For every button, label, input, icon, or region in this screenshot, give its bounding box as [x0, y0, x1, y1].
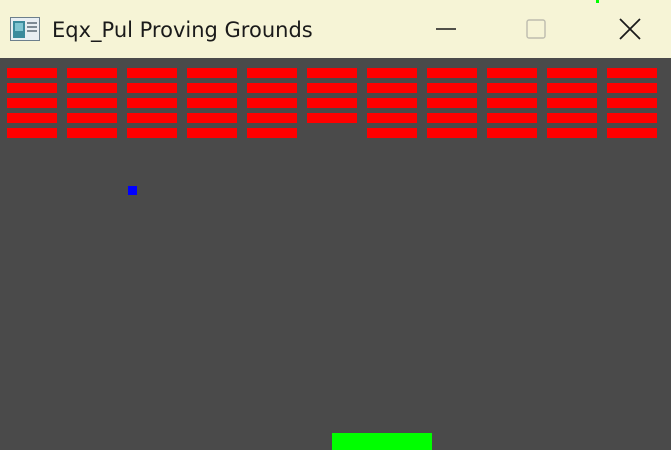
minimize-icon [436, 28, 456, 30]
minimize-button[interactable] [401, 0, 491, 58]
brick [247, 113, 297, 123]
brick [127, 83, 177, 93]
brick [187, 68, 237, 78]
brick [487, 68, 537, 78]
game-canvas[interactable] [0, 58, 671, 450]
brick [367, 98, 417, 108]
brick [367, 68, 417, 78]
brick [67, 98, 117, 108]
brick [307, 68, 357, 78]
brick [187, 128, 237, 138]
brick [307, 98, 357, 108]
close-icon [619, 18, 641, 40]
app-window-icon [10, 17, 40, 41]
brick [427, 68, 477, 78]
maximize-button [491, 0, 581, 58]
brick [547, 98, 597, 108]
brick [127, 128, 177, 138]
brick [487, 83, 537, 93]
paddle[interactable] [332, 433, 432, 450]
brick [547, 83, 597, 93]
brick [607, 83, 657, 93]
brick [367, 83, 417, 93]
brick [367, 128, 417, 138]
brick [7, 83, 57, 93]
brick [487, 128, 537, 138]
brick [127, 113, 177, 123]
title-bar-accent-dot [596, 0, 599, 3]
window-title: Eqx_Pul Proving Grounds [52, 18, 313, 42]
brick [307, 113, 357, 123]
brick [7, 113, 57, 123]
brick [7, 128, 57, 138]
brick [607, 128, 657, 138]
brick [547, 113, 597, 123]
brick [547, 68, 597, 78]
brick [67, 128, 117, 138]
brick [427, 83, 477, 93]
brick [7, 98, 57, 108]
brick [307, 83, 357, 93]
brick [427, 113, 477, 123]
brick [187, 83, 237, 93]
close-button[interactable] [585, 0, 671, 58]
brick [187, 113, 237, 123]
brick [247, 98, 297, 108]
brick [127, 68, 177, 78]
brick [607, 113, 657, 123]
brick [127, 98, 177, 108]
brick [607, 98, 657, 108]
brick [247, 128, 297, 138]
brick [7, 68, 57, 78]
brick [67, 68, 117, 78]
brick [487, 113, 537, 123]
brick [427, 128, 477, 138]
brick [487, 98, 537, 108]
brick [427, 98, 477, 108]
maximize-icon [526, 19, 546, 39]
brick [367, 113, 417, 123]
brick [67, 83, 117, 93]
brick [247, 83, 297, 93]
brick [67, 113, 117, 123]
ball [128, 186, 137, 195]
title-bar[interactable]: Eqx_Pul Proving Grounds [0, 0, 671, 58]
brick [607, 68, 657, 78]
brick [247, 68, 297, 78]
brick [547, 128, 597, 138]
brick [187, 98, 237, 108]
